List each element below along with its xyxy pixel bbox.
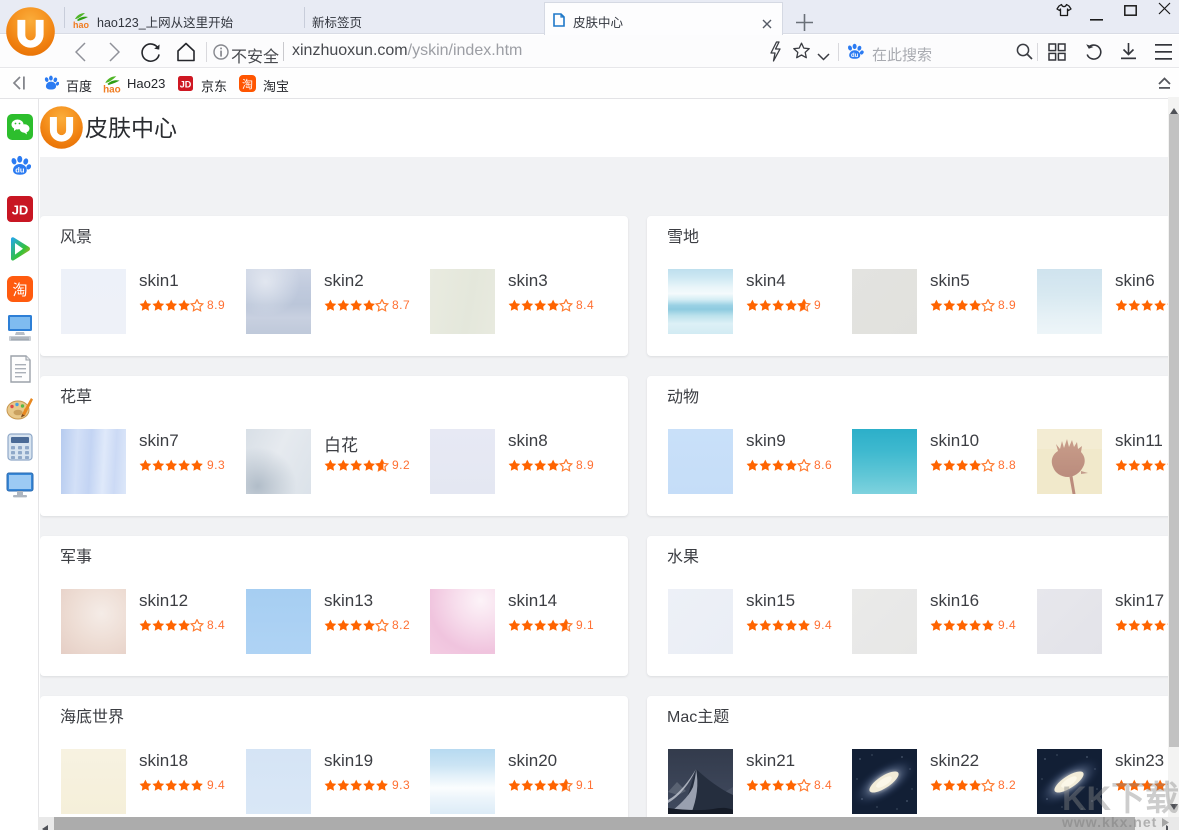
svg-text:hao: hao	[73, 20, 89, 29]
svg-text:JD: JD	[180, 79, 192, 89]
svg-text:hao: hao	[103, 85, 121, 93]
svg-text:du: du	[851, 53, 859, 59]
svg-text:du: du	[15, 166, 25, 175]
svg-text:JD: JD	[12, 203, 29, 218]
svg-text:淘: 淘	[12, 279, 27, 300]
svg-text:淘: 淘	[242, 76, 253, 92]
